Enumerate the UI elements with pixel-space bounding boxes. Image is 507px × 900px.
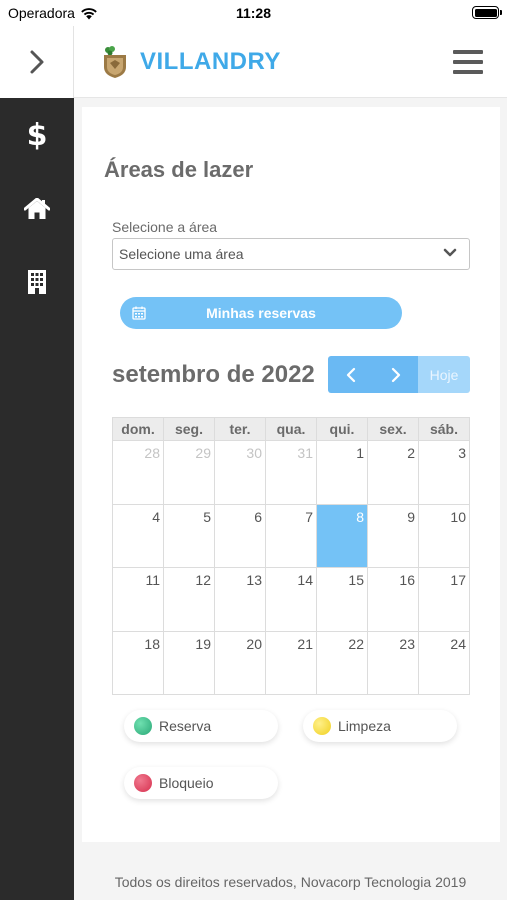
- legend-dot-yellow: [313, 717, 331, 735]
- calendar-nav: Hoje: [328, 356, 470, 393]
- weekday-header: qui.: [316, 417, 368, 441]
- calendar-day-cell[interactable]: 19: [163, 630, 215, 695]
- legend-bloqueio: Bloqueio: [124, 767, 278, 799]
- brand-name: VILLANDRY: [140, 47, 281, 75]
- calendar-day-cell[interactable]: 28: [112, 440, 164, 505]
- calendar-day-cell[interactable]: 2: [367, 440, 419, 505]
- footer: Todos os direitos reservados, Novacorp T…: [74, 863, 507, 900]
- calendar-day-cell[interactable]: 23: [367, 630, 419, 695]
- calendar-day-cell[interactable]: 4: [112, 503, 164, 568]
- calendar-day-cell[interactable]: 16: [367, 567, 419, 632]
- weekday-header: ter.: [214, 417, 266, 441]
- chevron-right-icon: [391, 367, 400, 382]
- sidebar-item-home[interactable]: [0, 172, 74, 245]
- calendar-day-cell[interactable]: 31: [265, 440, 317, 505]
- wifi-icon: [81, 7, 97, 19]
- carrier-name: Operadora: [8, 5, 75, 21]
- calendar-month-title: setembro de 2022: [112, 361, 315, 388]
- sidebar-item-finance[interactable]: $: [0, 99, 74, 172]
- calendar-week-row: 4 5 6 7 8 9 10: [112, 503, 470, 568]
- calendar-day-cell[interactable]: 11: [112, 567, 164, 632]
- carrier-info: Operadora: [8, 5, 98, 21]
- logo-icon: [104, 45, 126, 78]
- chevron-left-icon: [346, 367, 355, 382]
- weekday-header: seg.: [163, 417, 215, 441]
- weekday-header: qua.: [265, 417, 317, 441]
- legend-label: Limpeza: [338, 718, 391, 734]
- menu-icon[interactable]: [453, 50, 483, 74]
- calendar-next-button[interactable]: [373, 356, 418, 393]
- content-card: Áreas de lazer Selecione a área Selecion…: [82, 107, 500, 842]
- weekday-header: sex.: [367, 417, 419, 441]
- calendar-day-cell[interactable]: 12: [163, 567, 215, 632]
- app-header: VILLANDRY: [74, 26, 507, 98]
- calendar-day-cell[interactable]: 6: [214, 503, 266, 568]
- sidebar-toggle-button[interactable]: [0, 26, 74, 98]
- legend-dot-red: [134, 774, 152, 792]
- calendar-day-cell[interactable]: 13: [214, 567, 266, 632]
- weekday-header: sáb.: [418, 417, 470, 441]
- chevron-right-icon: [30, 50, 43, 74]
- calendar-day-cell[interactable]: 24: [418, 630, 470, 695]
- calendar-week-row: 28 29 30 31 1 2 3: [112, 440, 470, 505]
- calendar-day-cell-today[interactable]: 8: [316, 503, 368, 568]
- sidebar-item-building[interactable]: [0, 245, 74, 318]
- calendar-day-cell[interactable]: 18: [112, 630, 164, 695]
- calendar-day-cell[interactable]: 21: [265, 630, 317, 695]
- weekday-header-row: dom. seg. ter. qua. qui. sex. sáb.: [112, 417, 470, 441]
- calendar-day-cell[interactable]: 30: [214, 440, 266, 505]
- calendar-today-button[interactable]: Hoje: [418, 356, 470, 393]
- legend-dot-green: [134, 717, 152, 735]
- area-select-value: Selecione uma área: [119, 246, 244, 262]
- legend-limpeza: Limpeza: [303, 710, 457, 742]
- calendar-day-cell[interactable]: 1: [316, 440, 368, 505]
- calendar-day-cell[interactable]: 20: [214, 630, 266, 695]
- legend-reserva: Reserva: [124, 710, 278, 742]
- home-icon: [24, 197, 50, 219]
- calendar-week-row: 11 12 13 14 15 16 17: [112, 567, 470, 632]
- calendar-day-cell[interactable]: 17: [418, 567, 470, 632]
- calendar-day-cell[interactable]: 5: [163, 503, 215, 568]
- area-select-label: Selecione a área: [112, 219, 218, 235]
- calendar-day-cell[interactable]: 22: [316, 630, 368, 695]
- dollar-icon: $: [26, 118, 48, 153]
- battery-icon: [472, 6, 502, 19]
- calendar-day-cell[interactable]: 9: [367, 503, 419, 568]
- calendar-icon: [132, 306, 146, 320]
- calendar-grid: dom. seg. ter. qua. qui. sex. sáb. 28 29…: [112, 417, 470, 695]
- calendar-day-cell[interactable]: 3: [418, 440, 470, 505]
- calendar-day-cell[interactable]: 10: [418, 503, 470, 568]
- calendar-week-row: 18 19 20 21 22 23 24: [112, 630, 470, 695]
- area-select[interactable]: Selecione uma área: [112, 238, 470, 270]
- calendar-day-cell[interactable]: 14: [265, 567, 317, 632]
- status-bar: Operadora 11:28: [0, 0, 507, 26]
- page-title: Áreas de lazer: [104, 157, 254, 182]
- building-icon: [28, 269, 46, 294]
- calendar-day-cell[interactable]: 7: [265, 503, 317, 568]
- legend-label: Bloqueio: [159, 775, 214, 791]
- chevron-down-icon: [443, 248, 457, 257]
- weekday-header: dom.: [112, 417, 164, 441]
- calendar-day-cell[interactable]: 15: [316, 567, 368, 632]
- footer-text: Todos os direitos reservados, Novacorp T…: [114, 873, 467, 890]
- my-reservations-button[interactable]: Minhas reservas: [120, 297, 402, 329]
- calendar-day-cell[interactable]: 29: [163, 440, 215, 505]
- calendar-prev-button[interactable]: [328, 356, 373, 393]
- my-reservations-label: Minhas reservas: [206, 305, 316, 321]
- sidebar: $: [0, 26, 74, 900]
- legend-label: Reserva: [159, 718, 212, 734]
